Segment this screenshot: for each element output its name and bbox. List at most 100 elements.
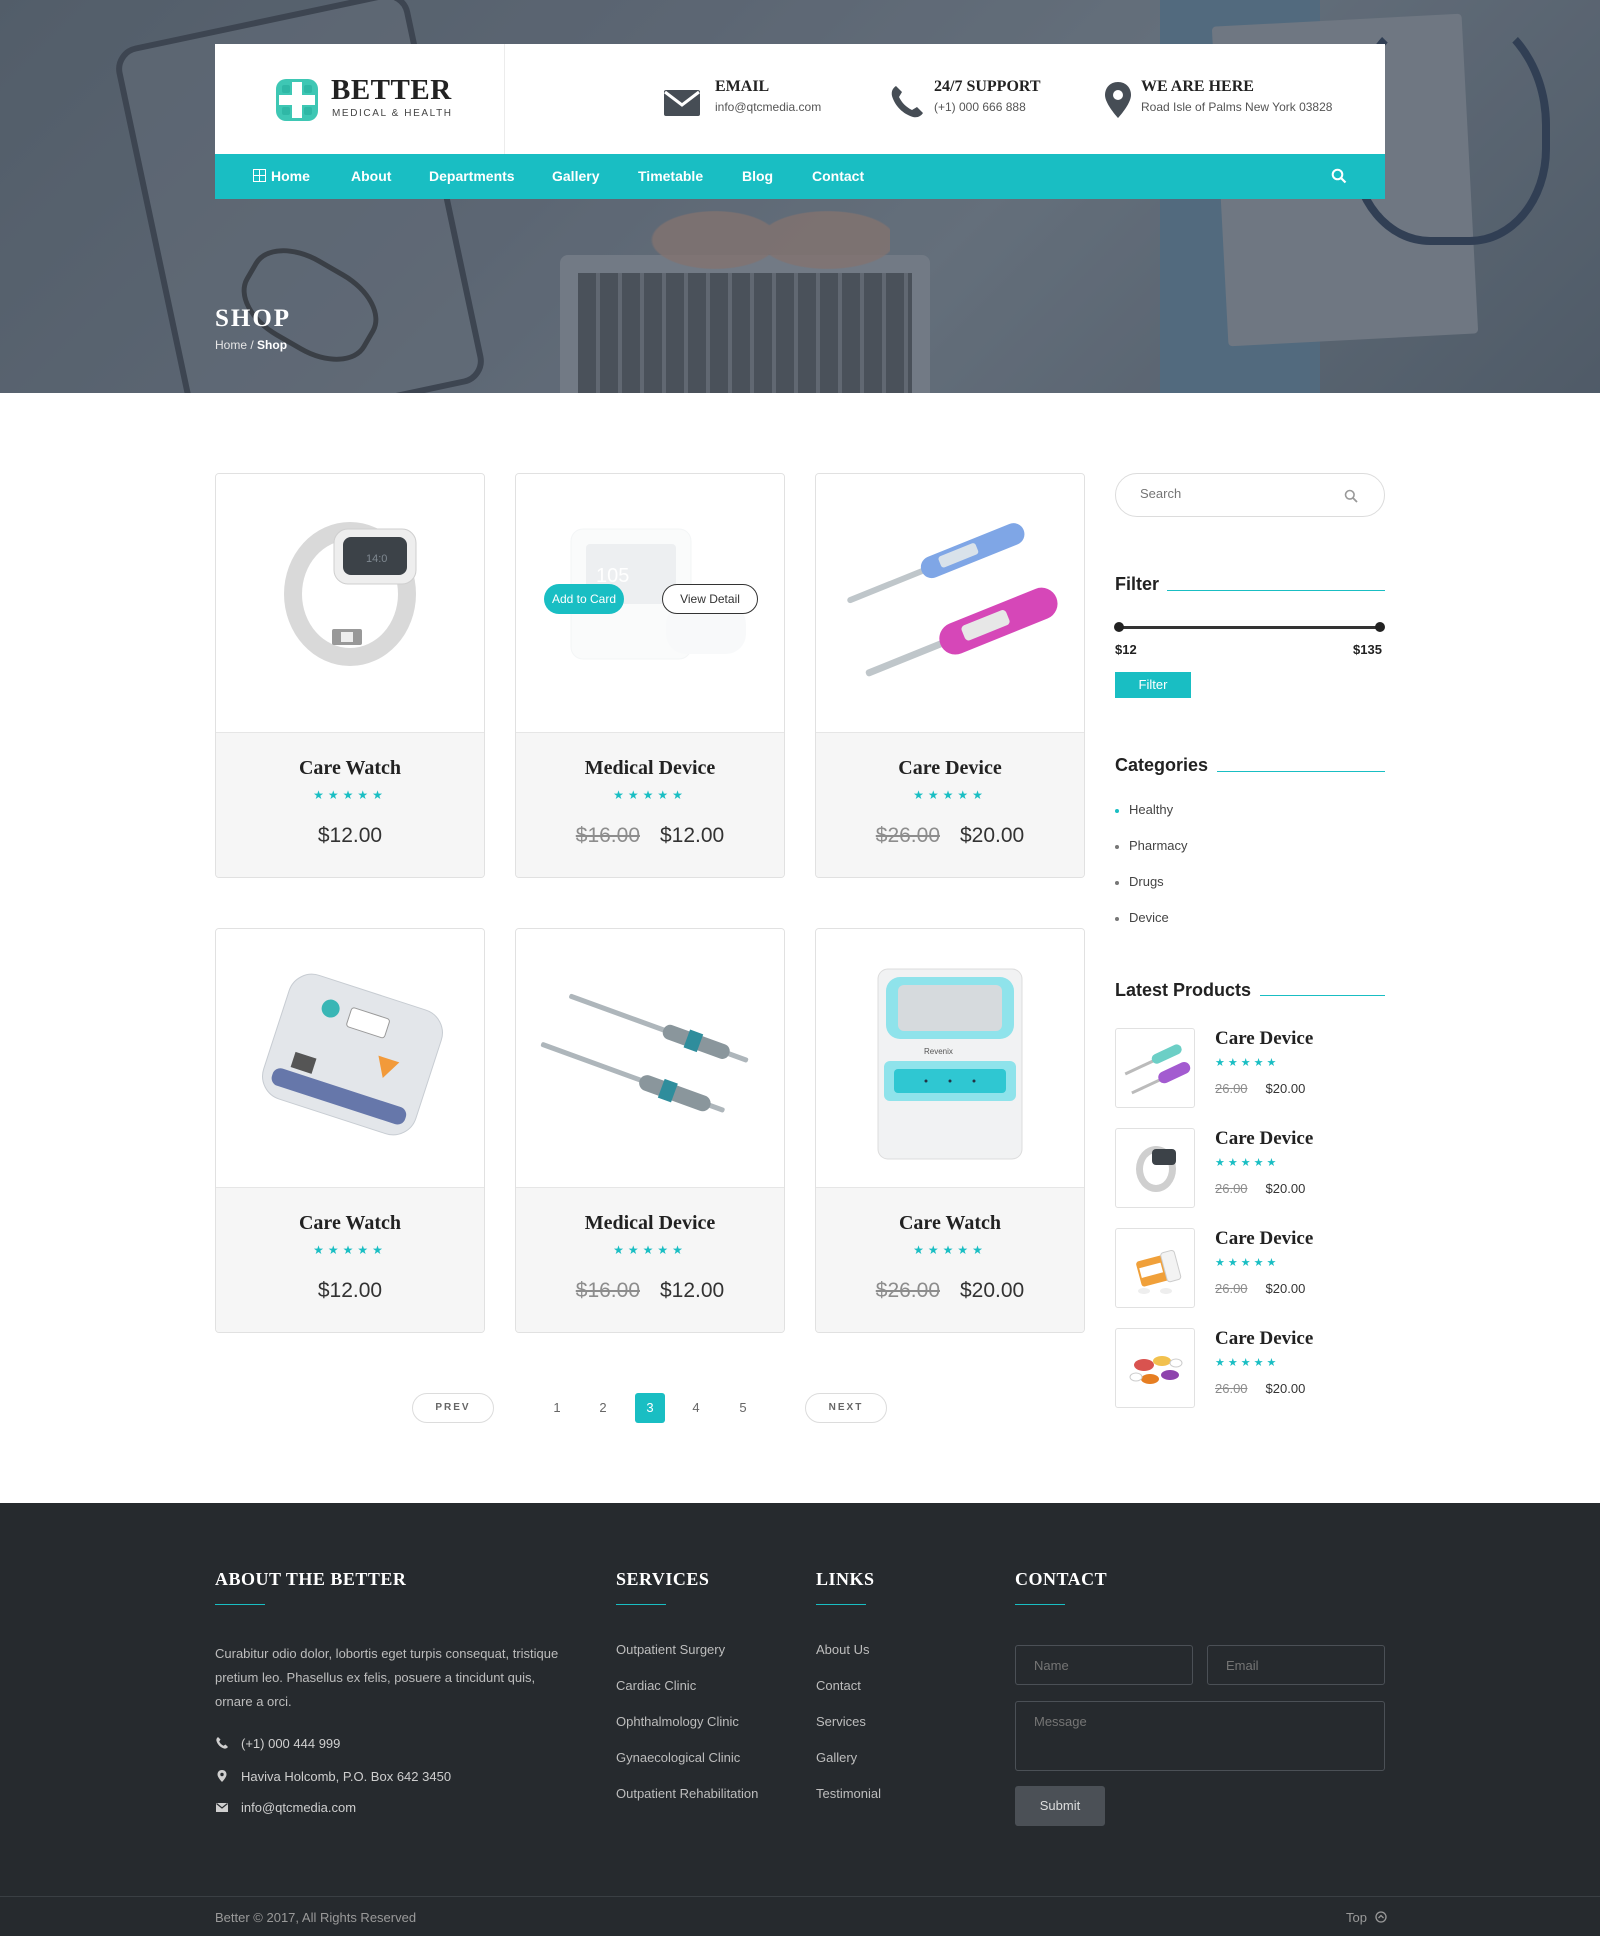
pagination-next-button[interactable]: NEXT	[805, 1393, 887, 1423]
contact-submit-button[interactable]: Submit	[1015, 1786, 1105, 1826]
footer-link[interactable]: Services	[816, 1714, 866, 1729]
header-email-value[interactable]: info@qtcmedia.com	[715, 100, 821, 114]
nav-gallery[interactable]: Gallery	[552, 168, 599, 184]
pagination-prev-button[interactable]: PREV	[412, 1393, 494, 1423]
latest-product-item[interactable]: Care Device ★★★★★ 26.00 $20.00	[1115, 1028, 1385, 1110]
product-info: Medical Device ★★★★★ $16.00 $12.00	[516, 1187, 784, 1332]
breadcrumb-home[interactable]: Home /	[215, 338, 254, 352]
price-range-min-handle[interactable]	[1114, 622, 1124, 632]
latest-product-name[interactable]: Care Device	[1215, 1328, 1313, 1350]
svg-text:14:0: 14:0	[366, 553, 387, 565]
contact-name-field[interactable]	[1015, 1645, 1193, 1685]
product-image-pens[interactable]	[516, 929, 784, 1187]
category-label: Pharmacy	[1129, 838, 1188, 853]
product-card[interactable]: 105 Add to Card View Detail Medical Devi…	[515, 473, 785, 878]
categories-title-underline	[1217, 771, 1385, 772]
nav-blog[interactable]: Blog	[742, 168, 773, 184]
product-price: $12.00	[216, 1279, 484, 1303]
main-nav: Home About Departments Gallery Timetable…	[215, 154, 1385, 199]
footer-link[interactable]: Testimonial	[816, 1786, 881, 1801]
product-image-defibrillator[interactable]	[216, 929, 484, 1187]
product-name[interactable]: Care Device	[816, 757, 1084, 780]
header-support-value[interactable]: (+1) 000 666 888	[934, 100, 1026, 114]
product-rating: ★★★★★	[313, 1243, 387, 1257]
latest-product-item[interactable]: Care Device ★★★★★ 26.00 $20.00	[1115, 1128, 1385, 1210]
price-range-max-handle[interactable]	[1375, 622, 1385, 632]
latest-product-item[interactable]: Care Device ★★★★★ 26.00 $20.00	[1115, 1228, 1385, 1310]
footer-email: info@qtcmedia.com	[215, 1800, 356, 1815]
footer-service-link[interactable]: Outpatient Rehabilitation	[616, 1786, 758, 1801]
latest-product-thumb-pills[interactable]	[1115, 1328, 1195, 1408]
category-item-drugs[interactable]: Drugs	[1115, 874, 1164, 889]
footer-service-link[interactable]: Gynaecological Clinic	[616, 1750, 740, 1765]
category-item-pharmacy[interactable]: Pharmacy	[1115, 838, 1188, 853]
category-item-healthy[interactable]: Healthy	[1115, 802, 1173, 817]
nav-contact[interactable]: Contact	[812, 168, 864, 184]
pagination-page-3-current[interactable]: 3	[635, 1393, 665, 1423]
footer-address-text: Haviva Holcomb, P.O. Box 642 3450	[241, 1769, 452, 1784]
latest-product-name[interactable]: Care Device	[1215, 1228, 1313, 1250]
latest-product-price: 26.00 $20.00	[1215, 1381, 1305, 1396]
footer-link[interactable]: About Us	[816, 1642, 869, 1657]
product-name[interactable]: Medical Device	[516, 1212, 784, 1235]
latest-product-name[interactable]: Care Device	[1215, 1028, 1313, 1050]
product-name[interactable]: Care Watch	[216, 1212, 484, 1235]
product-image-smart-watch[interactable]: 14:0	[216, 474, 484, 732]
product-name[interactable]: Care Watch	[216, 757, 484, 780]
product-current-price: $20.00	[960, 824, 1025, 847]
footer-service-link[interactable]: Cardiac Clinic	[616, 1678, 696, 1693]
latest-product-thumb-pill-bottle[interactable]	[1115, 1228, 1195, 1308]
price-range-slider[interactable]	[1114, 622, 1385, 632]
footer-email-text[interactable]: info@qtcmedia.com	[241, 1800, 356, 1815]
add-to-cart-button[interactable]: Add to Card	[544, 584, 624, 614]
search-icon[interactable]	[1331, 168, 1347, 184]
product-image-thermometers[interactable]	[816, 474, 1084, 732]
product-hover-actions: Add to Card View Detail	[544, 584, 764, 616]
latest-product-old-price: 26.00	[1215, 1281, 1248, 1296]
latest-product-thumb-thermometers[interactable]	[1115, 1028, 1195, 1108]
product-name[interactable]: Medical Device	[516, 757, 784, 780]
product-card[interactable]: Care Watch ★★★★★ $12.00	[215, 928, 485, 1333]
category-item-device[interactable]: Device	[1115, 910, 1169, 925]
product-card[interactable]: 14:0 Care Watch ★★★★★ $12.00	[215, 473, 485, 878]
contact-email-field[interactable]	[1207, 1645, 1385, 1685]
brand-name: BETTER	[331, 74, 452, 106]
back-to-top-link[interactable]: Top	[1346, 1910, 1387, 1925]
pagination-page-2[interactable]: 2	[588, 1393, 618, 1423]
product-image-medical-monitor[interactable]: 105 Add to Card View Detail	[516, 474, 784, 732]
product-card[interactable]: Revenix Care Watch ★★★★★ $26.00 $20.00	[815, 928, 1085, 1333]
breadcrumb-current: Shop	[257, 338, 288, 352]
contact-message-field[interactable]	[1015, 1701, 1385, 1771]
product-price: $26.00 $20.00	[816, 824, 1084, 848]
latest-product-thumb-smart-watch[interactable]	[1115, 1128, 1195, 1208]
header-location-value: Road Isle of Palms New York 03828	[1141, 100, 1333, 114]
back-to-top-label: Top	[1346, 1910, 1367, 1925]
pagination-page-5[interactable]: 5	[728, 1393, 758, 1423]
latest-product-item[interactable]: Care Device ★★★★★ 26.00 $20.00	[1115, 1328, 1385, 1410]
product-card[interactable]: Medical Device ★★★★★ $16.00 $12.00	[515, 928, 785, 1333]
nav-timetable[interactable]: Timetable	[638, 168, 703, 184]
footer-link[interactable]: Gallery	[816, 1750, 857, 1765]
header-location-title: WE ARE HERE	[1141, 78, 1254, 95]
logo[interactable]: BETTER MEDICAL & HEALTH	[215, 44, 505, 154]
product-name[interactable]: Care Watch	[816, 1212, 1084, 1235]
product-card[interactable]: Care Device ★★★★★ $26.00 $20.00	[815, 473, 1085, 878]
product-info: Care Watch ★★★★★ $26.00 $20.00	[816, 1187, 1084, 1332]
category-bullet	[1115, 808, 1119, 813]
view-detail-button[interactable]: View Detail	[662, 584, 758, 614]
nav-home[interactable]: Home	[271, 168, 310, 184]
pagination-page-1[interactable]: 1	[542, 1393, 572, 1423]
footer-link[interactable]: Contact	[816, 1678, 861, 1693]
footer-links-underline	[816, 1604, 866, 1605]
latest-product-name[interactable]: Care Device	[1215, 1128, 1313, 1150]
nav-about[interactable]: About	[351, 168, 391, 184]
pagination-page-4[interactable]: 4	[681, 1393, 711, 1423]
search-icon[interactable]	[1344, 489, 1358, 503]
footer-service-link[interactable]: Ophthalmology Clinic	[616, 1714, 739, 1729]
search-input[interactable]	[1140, 486, 1340, 501]
filter-button[interactable]: Filter	[1115, 672, 1191, 698]
nav-departments[interactable]: Departments	[429, 168, 515, 184]
footer-links-title: LINKS	[816, 1569, 875, 1589]
footer-service-link[interactable]: Outpatient Surgery	[616, 1642, 725, 1657]
product-image-revenix-device[interactable]: Revenix	[816, 929, 1084, 1187]
